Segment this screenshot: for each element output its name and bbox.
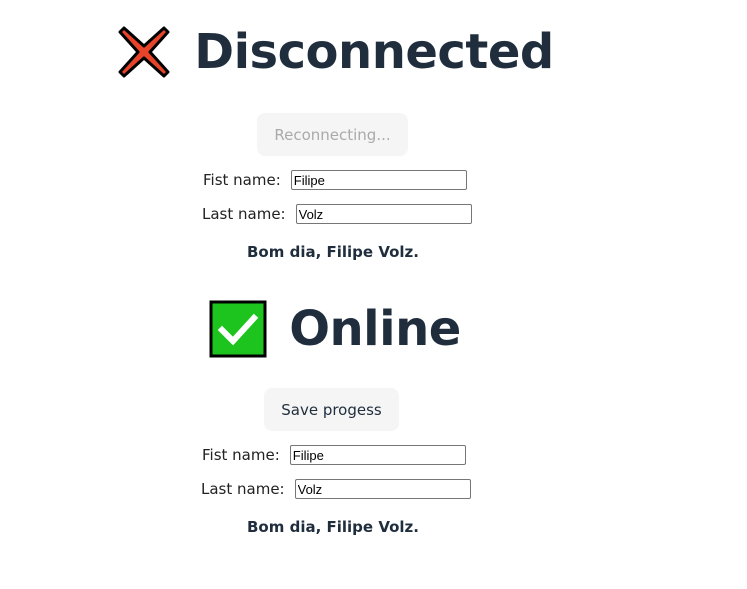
first-name-label: Fist name:: [203, 171, 281, 189]
greeting-text: Bom dia, Filipe Volz.: [247, 243, 419, 261]
last-name-label: Last name:: [201, 480, 285, 498]
first-name-field[interactable]: [289, 445, 466, 465]
online-header: Online: [0, 300, 670, 358]
last-name-row: Last name:: [202, 204, 472, 224]
last-name-field[interactable]: [295, 204, 472, 224]
reconnecting-button[interactable]: Reconnecting...: [257, 113, 408, 156]
connection-status-title: Online: [289, 301, 461, 357]
first-name-label: Fist name:: [202, 446, 280, 464]
first-name-field[interactable]: [290, 170, 467, 190]
disconnected-header: Disconnected: [0, 24, 670, 80]
greeting-text: Bom dia, Filipe Volz.: [247, 518, 419, 536]
first-name-row: Fist name:: [203, 170, 467, 190]
first-name-row: Fist name:: [202, 445, 466, 465]
check-mark-icon: [209, 300, 267, 358]
save-progress-button[interactable]: Save progess: [264, 388, 399, 431]
cross-mark-icon: [116, 24, 172, 80]
connection-status-title: Disconnected: [194, 24, 554, 80]
last-name-field[interactable]: [294, 479, 471, 499]
last-name-row: Last name:: [201, 479, 471, 499]
last-name-label: Last name:: [202, 205, 286, 223]
